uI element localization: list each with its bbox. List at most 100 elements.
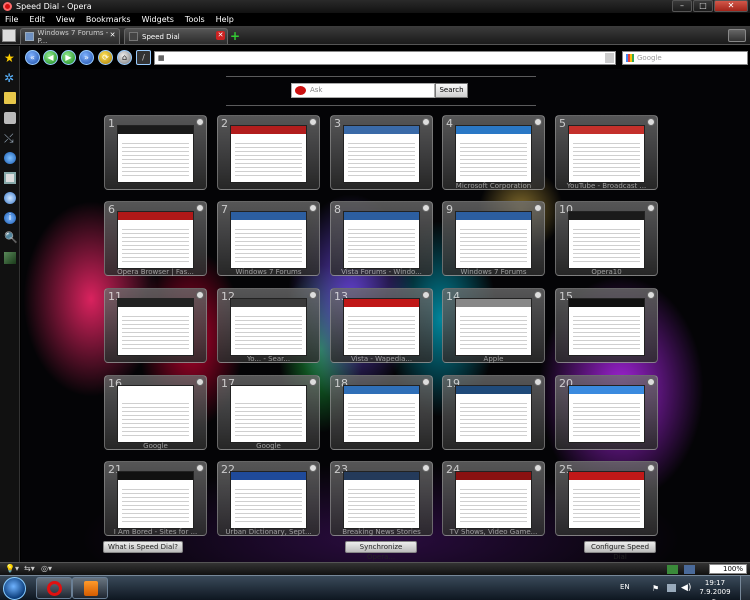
dial-close-icon[interactable]	[196, 378, 204, 386]
menu-tools[interactable]: Tools	[185, 15, 205, 24]
home-button[interactable]: ⌂	[117, 50, 132, 65]
dial-close-icon[interactable]	[422, 464, 430, 472]
speed-dial-search-button[interactable]: Search	[435, 83, 468, 98]
speed-dial-21[interactable]: 21 I Am Bored - Sites for ...	[104, 461, 207, 536]
what-is-speed-dial-button[interactable]: What is Speed Dial?	[103, 541, 183, 553]
dial-close-icon[interactable]	[309, 118, 317, 126]
menu-file[interactable]: File	[5, 15, 18, 24]
dial-close-icon[interactable]	[647, 118, 655, 126]
forward-button[interactable]: ▶	[61, 50, 76, 65]
speed-dial-12[interactable]: 12 Yo... - Sear...	[217, 288, 320, 363]
history-globe-icon[interactable]	[4, 152, 16, 164]
speed-dial-22[interactable]: 22 Urban Dictionary, Sept...	[217, 461, 320, 536]
speed-dial-14[interactable]: 14 Apple	[442, 288, 545, 363]
menu-widgets[interactable]: Widgets	[142, 15, 174, 24]
speed-dial-19[interactable]: 19	[442, 375, 545, 450]
speed-dial-9[interactable]: 9 Windows 7 Forums	[442, 201, 545, 276]
dial-close-icon[interactable]	[422, 378, 430, 386]
speed-dial-18[interactable]: 18	[330, 375, 433, 450]
view-icon[interactable]: ◎▾	[41, 564, 52, 573]
zoom-control[interactable]: 100%	[709, 564, 747, 574]
configure-speed-dial-button[interactable]: Configure Speed Dial	[584, 541, 656, 561]
speed-dial-2[interactable]: 2	[217, 115, 320, 190]
taskbar-opera-button[interactable]	[36, 577, 72, 599]
show-desktop-button[interactable]	[740, 576, 750, 600]
info-icon[interactable]: i	[4, 212, 16, 224]
speed-dial-8[interactable]: 8 Vista Forums - Windo...	[330, 201, 433, 276]
dial-close-icon[interactable]	[647, 464, 655, 472]
system-clock[interactable]: 19:17 7.9.2009 г.	[697, 579, 733, 600]
synchronize-opera-button[interactable]: Synchronize Opera...	[345, 541, 417, 561]
speed-dial-11[interactable]: 11	[104, 288, 207, 363]
fast-forward-button[interactable]: »	[79, 50, 94, 65]
trash-can-button[interactable]	[728, 29, 746, 42]
speed-dial-5[interactable]: 5 YouTube - Broadcast ...	[555, 115, 658, 190]
speed-dial-7[interactable]: 7 Windows 7 Forums	[217, 201, 320, 276]
speed-dial-10[interactable]: 10 Opera10	[555, 201, 658, 276]
edit-site-prefs-button[interactable]: /	[136, 50, 151, 65]
dial-close-icon[interactable]	[196, 118, 204, 126]
taskbar-media-player-button[interactable]	[72, 577, 108, 599]
tab-speed-dial[interactable]: Speed Dial ✕	[124, 28, 228, 44]
dial-close-icon[interactable]	[647, 291, 655, 299]
panel-view-icon[interactable]	[667, 565, 678, 574]
back-button[interactable]: ◀	[43, 50, 58, 65]
turbo-icon[interactable]: 💡▾	[5, 564, 19, 573]
bookmarks-star-icon[interactable]: ★	[4, 52, 16, 64]
speed-dial-6[interactable]: 6 Opera Browser | Fas...	[104, 201, 207, 276]
widgets-gear-icon[interactable]: ✲	[4, 72, 16, 84]
links-icon[interactable]: ⤯	[4, 132, 16, 144]
search-tool-icon[interactable]: 🔍	[4, 232, 18, 244]
new-tab-button[interactable]: +	[230, 30, 240, 42]
dial-close-icon[interactable]	[534, 118, 542, 126]
menu-help[interactable]: Help	[216, 15, 234, 24]
dial-close-icon[interactable]	[647, 378, 655, 386]
reload-button[interactable]: ⟳	[98, 50, 113, 65]
speed-dial-search-input[interactable]: Ask	[291, 83, 435, 98]
network-icon[interactable]	[667, 584, 676, 592]
minimize-button[interactable]: –	[672, 0, 692, 12]
address-dropdown-button[interactable]	[605, 53, 614, 63]
menu-bookmarks[interactable]: Bookmarks	[86, 15, 131, 24]
dial-close-icon[interactable]	[309, 291, 317, 299]
dial-close-icon[interactable]	[534, 378, 542, 386]
volume-icon[interactable]: ◀)	[681, 583, 691, 593]
tab-close-icon[interactable]: ✕	[108, 31, 117, 40]
close-window-button[interactable]: ✕	[714, 0, 748, 12]
notes-icon[interactable]	[4, 92, 16, 104]
dial-close-icon[interactable]	[309, 378, 317, 386]
dial-close-icon[interactable]	[534, 204, 542, 212]
speed-dial-24[interactable]: 24 TV Shows, Video Game...	[442, 461, 545, 536]
speed-dial-13[interactable]: 13 Vista - Wapedia...	[330, 288, 433, 363]
speed-dial-17[interactable]: 17 Google	[217, 375, 320, 450]
panels-toggle-button[interactable]	[2, 29, 16, 42]
address-field[interactable]: ▦	[154, 51, 616, 65]
speed-dial-3[interactable]: 3	[330, 115, 433, 190]
unite-icon[interactable]: ⇆▾	[24, 564, 35, 573]
dial-close-icon[interactable]	[422, 118, 430, 126]
dial-close-icon[interactable]	[534, 464, 542, 472]
action-center-flag-icon[interactable]: ⚑	[652, 584, 659, 593]
dial-close-icon[interactable]	[196, 291, 204, 299]
menu-view[interactable]: View	[56, 15, 75, 24]
clock-icon[interactable]	[4, 192, 16, 204]
speed-dial-20[interactable]: 20	[555, 375, 658, 450]
tab-windows7forums[interactable]: Windows 7 Forums - P... ✕	[20, 28, 120, 45]
maximize-button[interactable]: □	[693, 0, 713, 12]
speed-dial-1[interactable]: 1	[104, 115, 207, 190]
speed-dial-25[interactable]: 25	[555, 461, 658, 536]
search-field[interactable]: Google	[622, 51, 748, 65]
tab-close-icon[interactable]: ✕	[216, 31, 225, 40]
dial-close-icon[interactable]	[422, 204, 430, 212]
show-images-icon[interactable]	[684, 565, 695, 574]
panel-image-icon[interactable]	[4, 252, 16, 264]
dial-close-icon[interactable]	[647, 204, 655, 212]
speed-dial-16[interactable]: 16 Google	[104, 375, 207, 450]
dial-close-icon[interactable]	[196, 204, 204, 212]
rewind-button[interactable]: «	[25, 50, 40, 65]
transfers-icon[interactable]	[4, 112, 16, 124]
start-button[interactable]	[3, 577, 26, 600]
speed-dial-15[interactable]: 15	[555, 288, 658, 363]
windows-panel-icon[interactable]	[4, 172, 16, 184]
menu-edit[interactable]: Edit	[29, 15, 45, 24]
